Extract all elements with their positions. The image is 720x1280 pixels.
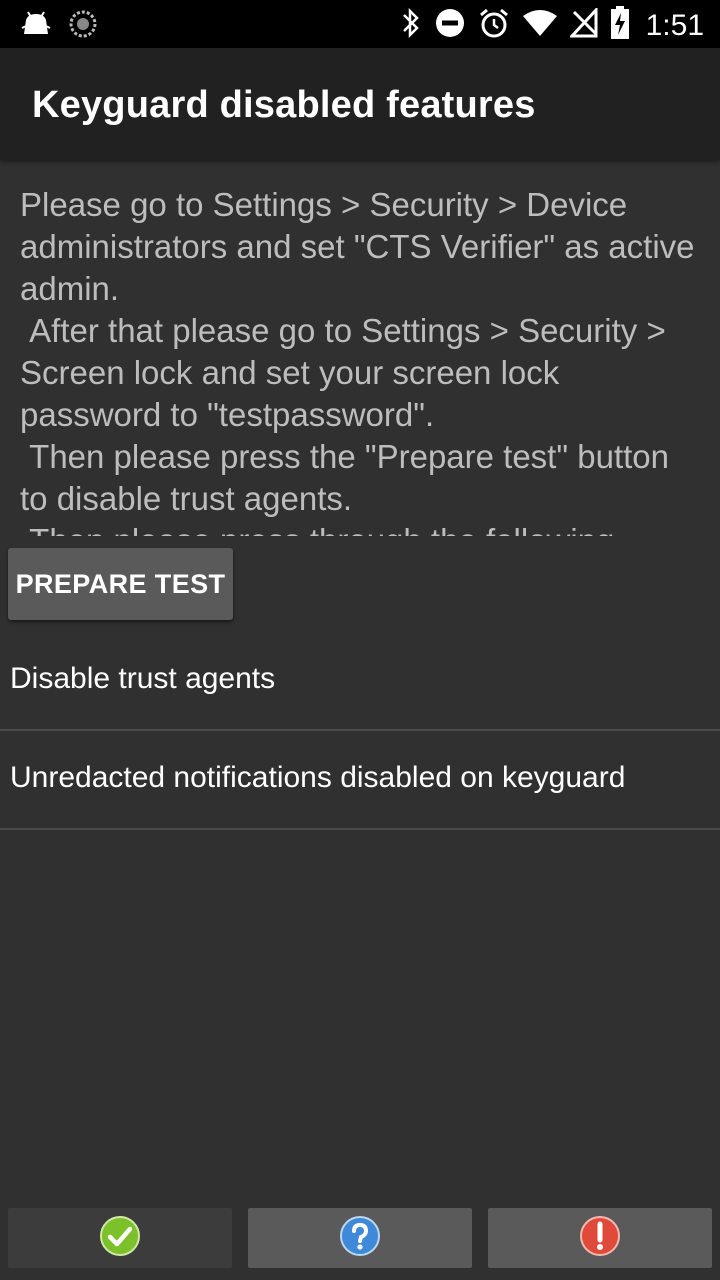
- alarm-icon: [478, 7, 510, 44]
- android-debug-icon: [20, 8, 52, 45]
- prepare-test-button[interactable]: PREPARE TEST: [8, 548, 233, 620]
- pass-button[interactable]: [8, 1208, 232, 1268]
- screen: 1:51 Keyguard disabled features Please g…: [0, 0, 720, 1280]
- list-item-disable-trust-agents[interactable]: Disable trust agents: [0, 632, 720, 731]
- status-bar: 1:51: [0, 0, 720, 48]
- status-time: 1:51: [645, 8, 704, 42]
- test-list: Disable trust agents Unredacted notifica…: [0, 632, 720, 830]
- no-signal-icon: [568, 6, 598, 43]
- info-button[interactable]: [248, 1208, 472, 1268]
- fail-button[interactable]: [488, 1208, 712, 1268]
- do-not-disturb-icon: [434, 7, 466, 44]
- list-item-label: Unredacted notifications disabled on key…: [10, 761, 626, 794]
- sync-icon: [68, 9, 98, 44]
- exclamation-icon: [579, 1215, 621, 1262]
- wifi-icon: [522, 8, 558, 43]
- list-item-label: Disable trust agents: [10, 662, 276, 695]
- question-icon: [339, 1215, 381, 1262]
- app-bar: Keyguard disabled features: [0, 48, 720, 160]
- check-icon: [99, 1215, 141, 1262]
- page-title: Keyguard disabled features: [32, 84, 536, 126]
- bottom-bar: [0, 1208, 720, 1268]
- instructions-text[interactable]: Please go to Settings > Security > Devic…: [20, 184, 704, 536]
- bluetooth-icon: [400, 6, 422, 45]
- list-item-unredacted-notifications[interactable]: Unredacted notifications disabled on key…: [0, 731, 720, 830]
- battery-charging-icon: [610, 6, 630, 45]
